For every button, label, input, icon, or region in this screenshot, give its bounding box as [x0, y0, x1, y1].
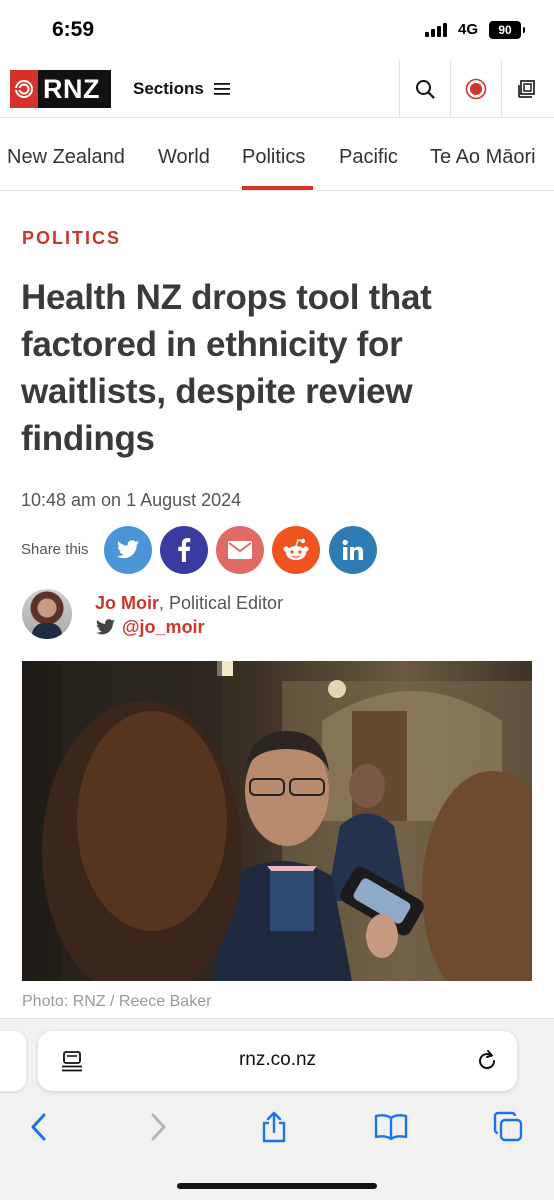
back-icon — [31, 1113, 46, 1141]
nav-item-new-zealand[interactable]: New Zealand — [7, 146, 125, 169]
share-icon — [262, 1111, 286, 1143]
tabs-button[interactable] — [490, 1109, 526, 1145]
address-bar[interactable]: rnz.co.nz — [38, 1031, 517, 1091]
share-reddit-button[interactable] — [272, 526, 320, 574]
linkedin-icon — [342, 539, 363, 560]
player-button[interactable] — [501, 60, 552, 118]
article-headline: Health NZ drops tool that factored in et… — [21, 278, 432, 458]
back-button[interactable] — [21, 1109, 57, 1145]
email-icon — [228, 541, 252, 559]
rnz-logo[interactable]: RNZ — [10, 70, 111, 108]
author-avatar[interactable] — [22, 589, 72, 639]
previous-tab-peek[interactable] — [0, 1031, 26, 1091]
nav-item-te-ao-maori[interactable]: Te Ao Māori — [430, 146, 536, 169]
twitter-bird-icon — [96, 619, 115, 635]
search-button[interactable] — [399, 60, 450, 118]
nav-item-politics[interactable]: Politics — [242, 146, 305, 169]
site-header: RNZ Sections — [0, 60, 554, 118]
tabs-icon — [493, 1111, 523, 1142]
sections-label: Sections — [133, 79, 204, 98]
share-linkedin-button[interactable] — [329, 526, 377, 574]
url-text[interactable]: rnz.co.nz — [38, 1049, 517, 1071]
twitter-icon — [117, 540, 139, 559]
bookmarks-icon — [374, 1114, 408, 1141]
rnz-player-icon — [518, 80, 535, 98]
author-byline: Jo Moir, Political Editor — [95, 593, 283, 614]
menu-icon — [213, 83, 230, 95]
home-indicator[interactable] — [177, 1183, 377, 1189]
network-type: 4G — [458, 21, 479, 38]
article-photo — [22, 661, 532, 981]
author-twitter-handle[interactable]: @jo_moir — [122, 617, 205, 638]
section-nav: New Zealand World Politics Pacific Te Ao… — [0, 118, 554, 191]
active-tab-indicator — [242, 186, 313, 190]
reload-icon[interactable] — [475, 1049, 499, 1073]
article-photo-scene — [22, 661, 532, 981]
share-label: Share this — [21, 541, 89, 558]
reddit-icon — [283, 538, 309, 560]
share-button[interactable] — [256, 1109, 292, 1145]
forward-button[interactable] — [140, 1109, 176, 1145]
author-role: , Political Editor — [159, 593, 284, 613]
cellular-signal-icon — [425, 23, 451, 37]
photo-caption: Photo: RNZ / Reece Baker — [22, 993, 212, 1010]
nav-item-world[interactable]: World — [158, 146, 210, 169]
article-date: 10:48 am on 1 August 2024 — [21, 490, 242, 510]
logo-text: RNZ — [43, 73, 100, 104]
rnz-logo-mark-icon — [10, 70, 38, 108]
live-radio-button[interactable] — [450, 60, 501, 118]
bookmarks-button[interactable] — [373, 1109, 409, 1145]
browser-bottom-bar: rnz.co.nz — [0, 1018, 554, 1200]
share-facebook-button[interactable] — [160, 526, 208, 574]
live-radio-icon — [465, 78, 487, 100]
status-bar: 6:59 4G 90 — [0, 0, 554, 60]
status-time: 6:59 — [52, 18, 95, 41]
author-twitter[interactable]: @jo_moir — [95, 617, 205, 638]
author-name[interactable]: Jo Moir — [95, 593, 159, 613]
battery-icon: 90 — [489, 21, 525, 39]
facebook-icon — [178, 538, 191, 562]
share-email-button[interactable] — [216, 526, 264, 574]
share-twitter-button[interactable] — [104, 526, 152, 574]
search-icon — [416, 80, 435, 99]
sections-menu-button[interactable]: Sections — [133, 79, 230, 99]
forward-icon — [151, 1113, 166, 1141]
nav-item-pacific[interactable]: Pacific — [339, 146, 398, 169]
article-category[interactable]: POLITICS — [22, 228, 121, 249]
